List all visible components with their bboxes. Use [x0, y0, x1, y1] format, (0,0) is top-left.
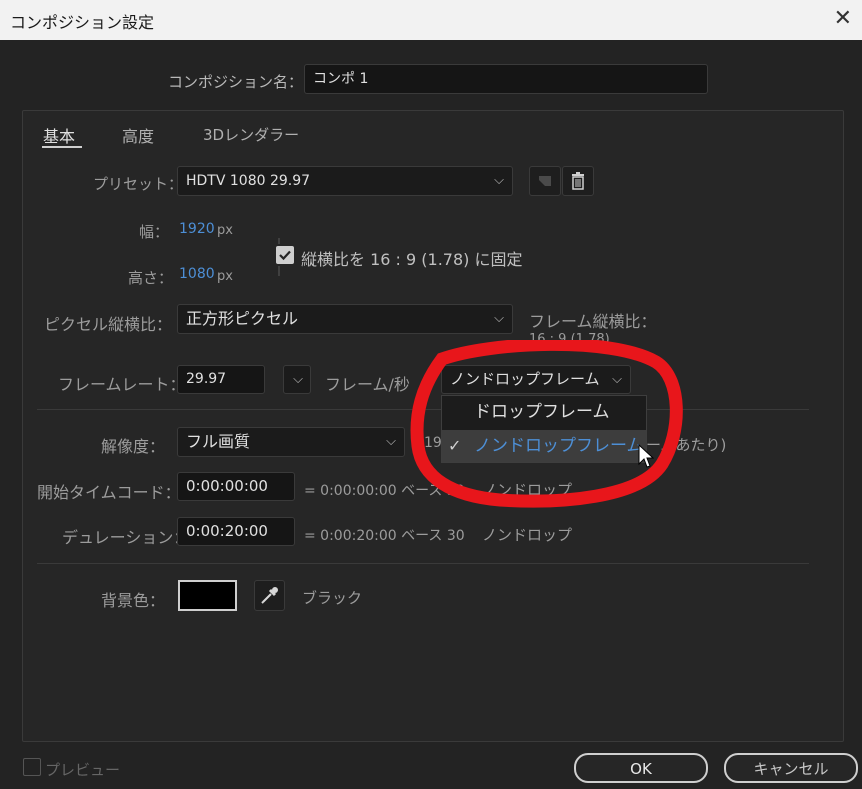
- cancel-button[interactable]: キャンセル: [724, 753, 858, 783]
- height-unit: px: [217, 269, 233, 284]
- comp-name-input[interactable]: コンポ 1: [304, 64, 708, 94]
- chevron-down-icon: ⌵: [494, 173, 504, 188]
- background-color-swatch[interactable]: [178, 580, 237, 611]
- resolution-label: 解像度：: [101, 437, 166, 456]
- start-timecode-label: 開始タイムコード：: [37, 483, 181, 502]
- chevron-down-icon: ⌵: [494, 311, 504, 326]
- tab-basic[interactable]: 基本: [43, 123, 75, 147]
- chevron-down-icon: ⌵: [293, 372, 303, 387]
- duration-label: デュレーション：: [62, 528, 190, 547]
- width-unit: px: [217, 223, 233, 238]
- frame-rate-input[interactable]: 29.97: [177, 365, 265, 394]
- width-label: 幅：: [139, 223, 170, 241]
- start-timecode-input[interactable]: 0:00:00:00: [177, 472, 295, 501]
- tab-3d-renderer[interactable]: 3Dレンダラー: [203, 124, 299, 145]
- window-title: コンポジション設定: [10, 13, 155, 32]
- save-preset-button[interactable]: [529, 166, 561, 196]
- eyedropper-icon: [261, 587, 278, 604]
- preset-value: HDTV 1080 29.97: [186, 173, 311, 189]
- trash-icon: [572, 172, 584, 190]
- background-color-name: ブラック: [302, 589, 363, 607]
- eyedropper-button[interactable]: [254, 580, 285, 611]
- width-value[interactable]: 1920: [179, 221, 215, 237]
- frame-rate-preset-dropdown[interactable]: ⌵: [283, 365, 311, 394]
- red-annotation-circle: [410, 340, 683, 508]
- chevron-down-icon: ⌵: [386, 434, 396, 449]
- lock-aspect-label: 縦横比を 16 : 9 (1.78) に固定: [301, 250, 523, 269]
- divider: [37, 563, 809, 564]
- lock-aspect-checkbox[interactable]: [276, 246, 294, 264]
- preset-select[interactable]: HDTV 1080 29.97 ⌵: [177, 166, 513, 196]
- preview-checkbox[interactable]: [23, 758, 41, 776]
- ok-button[interactable]: OK: [574, 753, 708, 783]
- comp-name-label: コンポジション名：: [168, 73, 304, 91]
- checkmark-icon: [279, 250, 291, 261]
- preset-label: プリセット：: [93, 175, 184, 193]
- tab-advanced[interactable]: 高度: [122, 123, 154, 147]
- duration-mode: ノンドロップ: [482, 526, 573, 544]
- height-label: 高さ：: [128, 269, 174, 287]
- close-icon[interactable]: ✕: [834, 6, 852, 31]
- preview-label: プレビュー: [45, 761, 121, 779]
- frame-rate-label: フレームレート：: [58, 375, 186, 394]
- resolution-select[interactable]: フル画質 ⌵: [177, 427, 405, 457]
- duration-input[interactable]: 0:00:20:00: [177, 517, 295, 546]
- background-label: 背景色：: [101, 591, 166, 610]
- resolution-value: フル画質: [186, 432, 251, 451]
- title-bar: コンポジション設定 ✕: [0, 0, 862, 40]
- duration-info: = 0:00:20:00 ベース 30: [304, 528, 465, 544]
- tab-underline: [42, 146, 82, 148]
- frame-rate-unit: フレーム/秒: [325, 375, 410, 394]
- frame-aspect-label: フレーム縦横比：: [529, 312, 657, 331]
- delete-preset-button[interactable]: [562, 166, 594, 196]
- save-preset-icon: [539, 176, 551, 186]
- pixel-aspect-label: ピクセル縦横比：: [44, 315, 173, 334]
- pixel-aspect-select[interactable]: 正方形ピクセル ⌵: [177, 304, 513, 334]
- height-value[interactable]: 1080: [179, 266, 215, 282]
- pixel-aspect-value: 正方形ピクセル: [186, 309, 299, 328]
